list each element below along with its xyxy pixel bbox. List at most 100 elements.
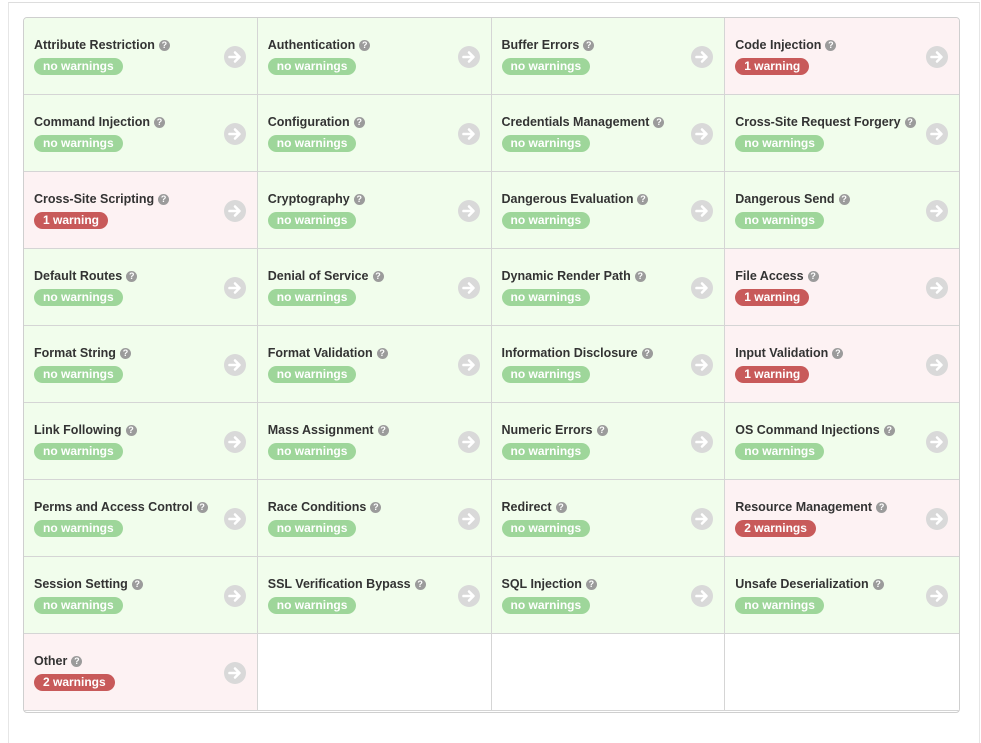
arrow-right-circle-icon[interactable] [223, 430, 247, 454]
question-circle-icon[interactable]: ? [125, 424, 137, 436]
category-tile-mass-assignment[interactable]: Mass Assignment ? no warnings [257, 403, 492, 480]
category-tile-buffer-errors[interactable]: Buffer Errors ? no warnings [491, 18, 726, 95]
arrow-right-circle-icon[interactable] [223, 507, 247, 531]
category-title: Cryptography ? [268, 192, 365, 206]
category-tile-sql-injection[interactable]: SQL Injection ? no warnings [491, 557, 726, 634]
question-circle-icon[interactable]: ? [825, 39, 837, 51]
arrow-right-circle-icon[interactable] [690, 353, 714, 377]
category-tile-perms-and-access-control[interactable]: Perms and Access Control ? no warnings [24, 480, 258, 557]
arrow-right-circle-icon[interactable] [925, 584, 949, 608]
arrow-right-circle-icon[interactable] [457, 507, 481, 531]
category-tile-other[interactable]: Other ? 2 warnings [24, 634, 258, 711]
category-tile-format-string[interactable]: Format String ? no warnings [24, 326, 258, 403]
category-tile-file-access[interactable]: File Access ? 1 warning [725, 249, 959, 326]
question-circle-icon[interactable]: ? [876, 501, 888, 513]
category-tile-cross-site-request-forgery[interactable]: Cross-Site Request Forgery ? no warnings [725, 95, 959, 172]
question-circle-icon[interactable]: ? [872, 578, 884, 590]
arrow-right-circle-icon[interactable] [223, 276, 247, 300]
arrow-right-circle-icon[interactable] [690, 122, 714, 146]
category-tile-denial-of-service[interactable]: Denial of Service ? no warnings [257, 249, 492, 326]
question-circle-icon[interactable]: ? [71, 655, 83, 667]
category-tile-input-validation[interactable]: Input Validation ? 1 warning [725, 326, 959, 403]
category-tile-attribute-restriction[interactable]: Attribute Restriction ? no warnings [24, 18, 258, 95]
arrow-right-circle-icon[interactable] [690, 199, 714, 223]
question-circle-icon[interactable]: ? [585, 578, 597, 590]
category-tile-cross-site-scripting[interactable]: Cross-Site Scripting ? 1 warning [24, 172, 258, 249]
arrow-right-circle-icon[interactable] [690, 507, 714, 531]
category-tile-default-routes[interactable]: Default Routes ? no warnings [24, 249, 258, 326]
question-circle-icon[interactable]: ? [353, 116, 365, 128]
question-circle-icon[interactable]: ? [596, 424, 608, 436]
question-circle-icon[interactable]: ? [377, 424, 389, 436]
question-circle-icon[interactable]: ? [832, 347, 844, 359]
question-circle-icon[interactable]: ? [838, 193, 850, 205]
arrow-right-circle-icon[interactable] [690, 430, 714, 454]
category-tile-resource-management[interactable]: Resource Management ? 2 warnings [725, 480, 959, 557]
category-tile-race-conditions[interactable]: Race Conditions ? no warnings [257, 480, 492, 557]
question-circle-icon[interactable]: ? [883, 424, 895, 436]
question-circle-icon[interactable]: ? [555, 501, 567, 513]
arrow-right-circle-icon[interactable] [223, 661, 247, 685]
arrow-right-circle-icon[interactable] [925, 507, 949, 531]
question-circle-icon[interactable]: ? [807, 270, 819, 282]
question-circle-icon[interactable]: ? [119, 347, 131, 359]
arrow-right-circle-icon[interactable] [925, 276, 949, 300]
arrow-right-circle-icon[interactable] [457, 353, 481, 377]
arrow-right-circle-icon[interactable] [223, 353, 247, 377]
category-tile-code-injection[interactable]: Code Injection ? 1 warning [725, 18, 959, 95]
question-circle-icon[interactable]: ? [359, 39, 371, 51]
arrow-right-circle-icon[interactable] [925, 122, 949, 146]
question-circle-icon[interactable]: ? [414, 578, 426, 590]
arrow-right-circle-icon[interactable] [223, 584, 247, 608]
category-tile-redirect[interactable]: Redirect ? no warnings [491, 480, 726, 557]
arrow-right-circle-icon[interactable] [690, 276, 714, 300]
category-tile-dangerous-evaluation[interactable]: Dangerous Evaluation ? no warnings [491, 172, 726, 249]
question-circle-icon[interactable]: ? [653, 116, 665, 128]
arrow-right-circle-icon[interactable] [457, 430, 481, 454]
arrow-right-circle-icon[interactable] [925, 353, 949, 377]
question-circle-icon[interactable]: ? [131, 578, 143, 590]
question-circle-icon[interactable]: ? [153, 116, 165, 128]
question-circle-icon[interactable]: ? [353, 193, 365, 205]
category-tile-command-injection[interactable]: Command Injection ? no warnings [24, 95, 258, 172]
category-tile-numeric-errors[interactable]: Numeric Errors ? no warnings [491, 403, 726, 480]
question-circle-icon[interactable]: ? [376, 347, 388, 359]
category-tile-ssl-verification-bypass[interactable]: SSL Verification Bypass ? no warnings [257, 557, 492, 634]
category-tile-os-command-injections[interactable]: OS Command Injections ? no warnings [725, 403, 959, 480]
arrow-right-circle-icon[interactable] [223, 45, 247, 69]
question-circle-icon[interactable]: ? [637, 193, 649, 205]
arrow-right-circle-icon[interactable] [457, 45, 481, 69]
category-tile-configuration[interactable]: Configuration ? no warnings [257, 95, 492, 172]
arrow-right-circle-icon[interactable] [457, 122, 481, 146]
category-tile-link-following[interactable]: Link Following ? no warnings [24, 403, 258, 480]
question-circle-icon[interactable]: ? [196, 501, 208, 513]
question-circle-icon[interactable]: ? [641, 347, 653, 359]
arrow-right-circle-icon[interactable] [457, 199, 481, 223]
category-tile-unsafe-deserialization[interactable]: Unsafe Deserialization ? no warnings [725, 557, 959, 634]
category-tile-credentials-management[interactable]: Credentials Management ? no warnings [491, 95, 726, 172]
category-tile-cryptography[interactable]: Cryptography ? no warnings [257, 172, 492, 249]
arrow-right-circle-icon[interactable] [457, 584, 481, 608]
question-circle-icon[interactable]: ? [158, 193, 170, 205]
question-circle-icon[interactable]: ? [158, 39, 170, 51]
arrow-right-circle-icon[interactable] [690, 45, 714, 69]
category-tile-information-disclosure[interactable]: Information Disclosure ? no warnings [491, 326, 726, 403]
category-tile-authentication[interactable]: Authentication ? no warnings [257, 18, 492, 95]
arrow-right-circle-icon[interactable] [925, 45, 949, 69]
arrow-right-circle-icon[interactable] [223, 122, 247, 146]
category-tile-format-validation[interactable]: Format Validation ? no warnings [257, 326, 492, 403]
question-circle-icon[interactable]: ? [370, 501, 382, 513]
category-tile-session-setting[interactable]: Session Setting ? no warnings [24, 557, 258, 634]
arrow-right-circle-icon[interactable] [457, 276, 481, 300]
question-circle-icon[interactable]: ? [634, 270, 646, 282]
arrow-right-circle-icon[interactable] [223, 199, 247, 223]
question-circle-icon[interactable]: ? [372, 270, 384, 282]
arrow-right-circle-icon[interactable] [925, 199, 949, 223]
question-circle-icon[interactable]: ? [583, 39, 595, 51]
question-circle-icon[interactable]: ? [126, 270, 138, 282]
category-tile-dangerous-send[interactable]: Dangerous Send ? no warnings [725, 172, 959, 249]
question-circle-icon[interactable]: ? [904, 116, 916, 128]
category-tile-dynamic-render-path[interactable]: Dynamic Render Path ? no warnings [491, 249, 726, 326]
arrow-right-circle-icon[interactable] [925, 430, 949, 454]
arrow-right-circle-icon[interactable] [690, 584, 714, 608]
